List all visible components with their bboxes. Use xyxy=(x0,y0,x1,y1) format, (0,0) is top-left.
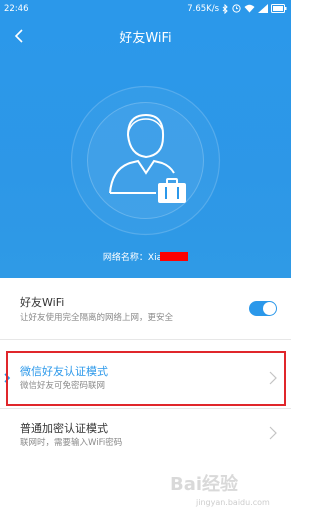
setting-row-friend-wifi: 好友WiFi 让好友使用完全隔离的网络上网，更安全 xyxy=(0,278,291,339)
battery-icon xyxy=(271,4,287,13)
network-speed: 7.65K/s xyxy=(187,3,219,14)
setting-row-normal-auth[interactable]: 普通加密认证模式 联网时，需要输入WiFi密码 xyxy=(0,412,291,468)
wifi-icon xyxy=(244,4,255,13)
nav-bar: 好友WiFi xyxy=(0,17,291,55)
status-icons: 7.65K/s xyxy=(187,3,287,14)
watermark-url: jingyan.baidu.com xyxy=(196,498,270,507)
signal-icon xyxy=(258,4,268,13)
setting-desc: 联网时，需要输入WiFi密码 xyxy=(20,438,123,448)
baidu-watermark: Bai经验 jingyan.baidu.com xyxy=(170,470,290,514)
clock-icon xyxy=(232,4,241,13)
friend-wifi-icon xyxy=(70,85,221,236)
setting-desc: 微信好友可免密码联网 xyxy=(20,381,106,391)
hero-panel: 好友WiFi 网络名称：Xia xyxy=(0,17,291,278)
page-title: 好友WiFi xyxy=(119,30,172,46)
friend-avatar-graphic xyxy=(70,85,221,236)
setting-title: 好友WiFi xyxy=(20,296,65,309)
toggle-knob xyxy=(263,302,276,315)
status-time: 22:46 xyxy=(4,3,29,14)
network-name-label: 网络名称： xyxy=(102,253,148,263)
setting-row-wechat-auth[interactable]: 微信好友认证模式 微信好友可免密码联网 xyxy=(0,351,291,406)
chevron-right-icon xyxy=(269,426,277,440)
status-bar: 22:46 7.65K/s xyxy=(0,0,291,17)
setting-title: 微信好友认证模式 xyxy=(20,365,108,378)
divider xyxy=(0,339,291,340)
setting-desc: 让好友使用完全隔离的网络上网，更安全 xyxy=(20,313,174,323)
selected-indicator-icon xyxy=(4,373,11,383)
divider xyxy=(0,408,291,409)
network-name-row: 网络名称：Xia xyxy=(0,250,291,263)
bluetooth-icon xyxy=(222,3,229,14)
redaction-bar xyxy=(160,252,189,261)
watermark-brand: Bai经验 xyxy=(170,474,239,495)
friend-wifi-toggle[interactable] xyxy=(249,301,277,316)
back-button[interactable] xyxy=(8,25,30,47)
chevron-right-icon xyxy=(269,371,277,385)
back-arrow-icon xyxy=(14,29,23,43)
setting-title: 普通加密认证模式 xyxy=(20,422,108,435)
